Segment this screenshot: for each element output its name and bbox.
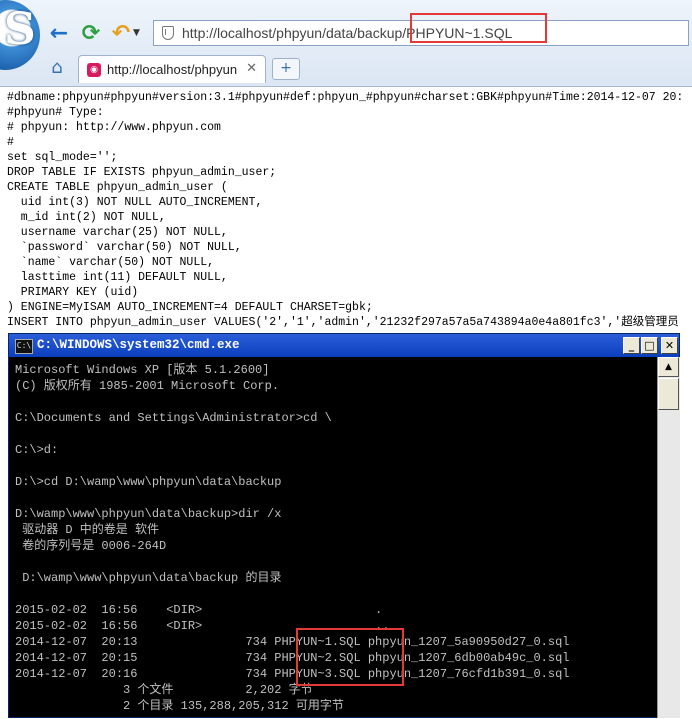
sql-line: m_id int(2) NOT NULL, — [7, 211, 166, 224]
browser-logo: S — [0, 0, 40, 70]
console-line: 2014-12-07 20:16 734 PHPYUN~3.SQL phpyun… — [15, 667, 570, 681]
console-line: 卷的序列号是 0006-264D — [15, 539, 167, 553]
cmd-scrollbar[interactable]: ▲ — [657, 357, 680, 718]
console-line: 3 个文件 2,202 字节 — [15, 683, 313, 697]
address-bar[interactable]: http://localhost/phpyun/data/backup/PHPY… — [153, 20, 689, 46]
refresh-icon[interactable]: ⟳ — [78, 20, 104, 46]
sql-line: #dbname:phpyun#phpyun#version:3.1#phpyun… — [7, 91, 684, 104]
console-line: 2014-12-07 20:15 734 PHPYUN~2.SQL phpyun… — [15, 651, 570, 665]
sql-line: `password` varchar(50) NOT NULL, — [7, 241, 242, 254]
sql-line: set sql_mode=''; — [7, 151, 118, 164]
shield-icon — [162, 26, 174, 40]
console-line: 2015-02-02 16:56 <DIR> .. — [15, 619, 390, 633]
sql-line: INSERT INTO phpyun_admin_user VALUES('2'… — [7, 316, 679, 329]
console-line: C:\Documents and Settings\Administrator>… — [15, 411, 332, 425]
cmd-console-output[interactable]: Microsoft Windows XP [版本 5.1.2600] (C) 版… — [15, 362, 655, 719]
sql-line: #phpyun# Type: — [7, 106, 104, 119]
sql-line: PRIMARY KEY (uid) — [7, 286, 139, 299]
undo-icon[interactable]: ↶ — [108, 20, 134, 46]
console-line: D:\wamp\www\phpyun\data\backup 的目录 — [15, 571, 282, 585]
close-button[interactable]: ✕ — [661, 337, 678, 354]
console-line: (C) 版权所有 1985-2001 Microsoft Corp. — [15, 379, 280, 393]
scroll-up-icon[interactable]: ▲ — [658, 357, 679, 377]
undo-dropdown-icon[interactable]: ▼ — [133, 28, 140, 38]
sql-line: # phpyun: http://www.phpyun.com — [7, 121, 221, 134]
home-icon[interactable]: ⌂ — [46, 56, 68, 78]
address-url[interactable]: http://localhost/phpyun/data/backup/PHPY… — [182, 25, 512, 41]
console-line: D:\wamp\www\phpyun\data\backup>dir /x — [15, 507, 282, 521]
console-line: 2015-02-02 16:56 <DIR> . — [15, 603, 383, 617]
console-line: D:\>cd D:\wamp\www\phpyun\data\backup — [15, 475, 282, 489]
cmd-title: C:\WINDOWS\system32\cmd.exe — [37, 338, 240, 352]
new-tab-button[interactable]: + — [272, 58, 300, 80]
browser-tab[interactable]: ◉ http://localhost/phpyun ✕ — [78, 55, 266, 83]
console-line: Microsoft Windows XP [版本 5.1.2600] — [15, 363, 270, 377]
minimize-button[interactable]: _ — [623, 337, 640, 354]
sql-line: `name` varchar(50) NOT NULL, — [7, 256, 215, 269]
console-line: C:\>d: — [15, 443, 59, 457]
console-line: 2 个目录 135,288,205,312 可用字节 — [15, 699, 344, 713]
back-arrow-icon[interactable]: ← — [46, 20, 72, 46]
sql-file-content: #dbname:phpyun#phpyun#version:3.1#phpyun… — [7, 90, 692, 332]
browser-toolbar: S ← ⟳ ↶ ▼ http://localhost/phpyun/data/b… — [0, 0, 692, 87]
cmd-titlebar[interactable]: C:\ C:\WINDOWS\system32\cmd.exe _ □ ✕ — [9, 334, 679, 357]
sql-line: ) ENGINE=MyISAM AUTO_INCREMENT=4 DEFAULT… — [7, 301, 373, 314]
maximize-button[interactable]: □ — [641, 337, 658, 354]
close-icon[interactable]: ✕ — [246, 61, 257, 76]
cmd-app-icon: C:\ — [15, 339, 33, 354]
scroll-thumb[interactable] — [658, 378, 679, 410]
console-line: 2014-12-07 20:13 734 PHPYUN~1.SQL phpyun… — [15, 635, 570, 649]
tab-favicon: ◉ — [87, 63, 101, 77]
sql-line: # — [7, 136, 14, 149]
sql-line: username varchar(25) NOT NULL, — [7, 226, 228, 239]
tab-title: http://localhost/phpyun — [107, 62, 238, 77]
sql-line: uid int(3) NOT NULL AUTO_INCREMENT, — [7, 196, 263, 209]
sql-line: DROP TABLE IF EXISTS phpyun_admin_user; — [7, 166, 277, 179]
cmd-window[interactable]: C:\ C:\WINDOWS\system32\cmd.exe _ □ ✕ Mi… — [8, 333, 680, 718]
console-line: 驱动器 D 中的卷是 软件 — [15, 523, 160, 537]
sql-line: lasttime int(11) DEFAULT NULL, — [7, 271, 228, 284]
sql-line: CREATE TABLE phpyun_admin_user ( — [7, 181, 228, 194]
